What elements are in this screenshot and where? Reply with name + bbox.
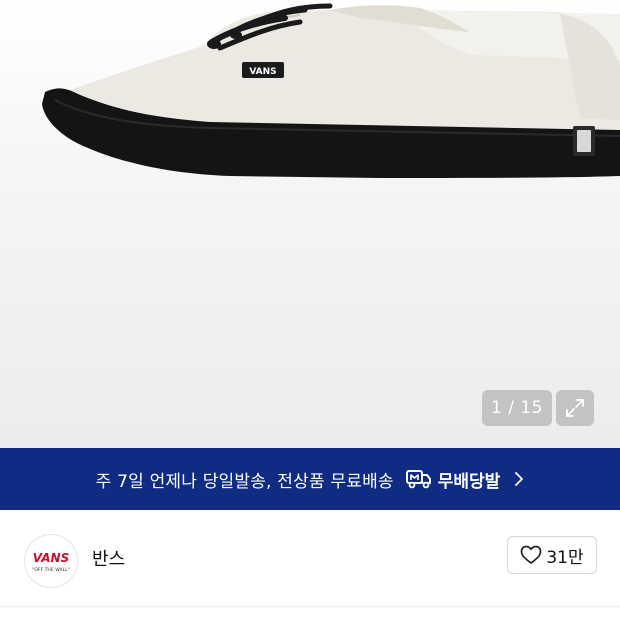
avatar-tagline: "OFF THE WALL" bbox=[32, 567, 70, 573]
expand-image-button[interactable] bbox=[556, 390, 594, 426]
expand-icon bbox=[566, 399, 584, 417]
banner-brand: 무배당발 bbox=[437, 471, 501, 492]
shop-name[interactable]: 반스 bbox=[92, 545, 125, 571]
free-shipping-banner[interactable]: 주 7일 언제나 당일발송, 전상품 무료배송 무배당발 bbox=[0, 448, 620, 510]
product-image: VANS bbox=[42, 3, 620, 178]
like-button[interactable]: 31만 bbox=[507, 536, 597, 574]
divider bbox=[0, 606, 620, 607]
avatar-logo-text: VANS bbox=[33, 551, 69, 565]
shoe-label-text: VANS bbox=[249, 67, 276, 77]
shop-avatar[interactable]: VANS "OFF THE WALL" bbox=[24, 534, 78, 588]
vans-logo: VANS "OFF THE WALL" bbox=[32, 551, 70, 573]
shop-info-row: VANS "OFF THE WALL" 반스 31만 bbox=[0, 510, 620, 620]
banner-text: 주 7일 언제나 당일발송, 전상품 무료배송 bbox=[95, 471, 394, 492]
truck-icon bbox=[405, 469, 432, 489]
chevron-right-icon bbox=[514, 472, 524, 486]
like-count: 31만 bbox=[546, 547, 584, 568]
product-image-gallery[interactable]: VANS 1 / 15 bbox=[0, 0, 620, 448]
heart-icon bbox=[521, 545, 542, 564]
image-counter: 1 / 15 bbox=[482, 390, 552, 426]
